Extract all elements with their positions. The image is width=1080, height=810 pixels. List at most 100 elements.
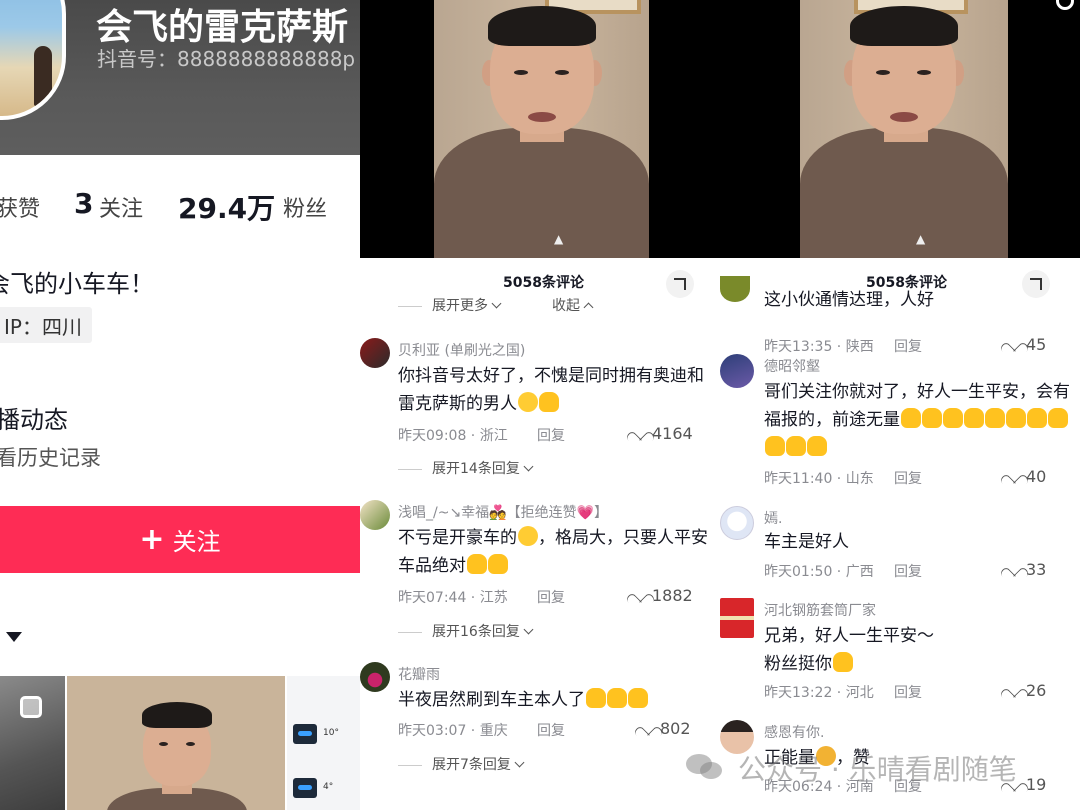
watermark: 公众号 · 乐晴看剧随笔 [738, 753, 1017, 786]
reply-button[interactable]: 回复 [894, 561, 922, 581]
like-button[interactable]: 4164 [632, 424, 693, 443]
comment-text-line2: 福报的，前途无量 [764, 406, 1068, 434]
fullscreen-icon[interactable] [1022, 270, 1050, 298]
comment-time-place: 昨天13:22 · 河北 [764, 685, 874, 701]
heart-icon [1006, 683, 1022, 697]
comment-text-line2: 雷克萨斯的男人 [398, 390, 559, 418]
comment-time-place: 昨天11:40 · 山东 [764, 471, 874, 487]
reply-button[interactable]: 回复 [537, 425, 565, 445]
follow-button[interactable]: + 关注 [0, 506, 360, 573]
avatar[interactable] [360, 338, 390, 368]
video-person: ▲ [434, 0, 649, 258]
like-count: 802 [660, 719, 691, 738]
dropdown-arrow-icon[interactable] [6, 632, 22, 642]
expand-replies-button[interactable]: 展开16条回复 [398, 621, 534, 641]
expand-replies-button[interactable]: 展开7条回复 [398, 754, 525, 774]
like-count: 4164 [652, 424, 693, 443]
heart-icon [632, 426, 648, 440]
history-subtitle[interactable]: 看历史记录 [0, 442, 101, 472]
video-thumbnail[interactable] [0, 676, 65, 810]
thumbs-up-emoji-icon [467, 554, 487, 574]
like-count: 19 [1026, 775, 1047, 794]
like-count: 1882 [652, 586, 693, 605]
comment-text: 你抖音号太好了，不愧是同时拥有奥迪和 [398, 366, 704, 386]
grin-emoji-icon [518, 526, 538, 546]
comments-panel-left: 5058条评论 展开更多 收起 贝利亚 (单刷光之国) 你抖音号太好了，不愧是同… [360, 258, 720, 810]
comment-text: 车主是好人 [764, 532, 849, 552]
like-button[interactable]: 40 [1006, 467, 1046, 486]
thumbs-up-emoji-icon [833, 652, 853, 672]
comment-time-place: 昨天09:08 · 浙江 [398, 428, 508, 444]
fans-label[interactable]: 粉丝 [283, 191, 327, 223]
ip-location-tag: IP：四川 [0, 307, 92, 343]
thumbs-up-emoji-icon [607, 688, 627, 708]
search-icon[interactable] [1056, 0, 1074, 10]
reply-button[interactable]: 回复 [894, 682, 922, 702]
grin-emoji-icon [518, 392, 538, 412]
following-count[interactable]: 3 [74, 187, 93, 220]
comment-time-place: 昨天13:35 · 陕西 [764, 339, 874, 355]
comment-username[interactable]: 花瓣雨 [398, 664, 440, 684]
chevron-down-icon [491, 298, 502, 309]
douyin-id: 抖音号：8888888888888p [97, 47, 356, 71]
comment-text: 哥们关注你就对了，好人一生平安，会有 [764, 382, 1070, 402]
video-thumbnail[interactable] [67, 676, 285, 810]
heart-icon [632, 588, 648, 602]
comment-text: 兄弟，好人一生平安～ [764, 626, 934, 646]
comment-time-place: 昨天07:44 · 江苏 [398, 590, 508, 606]
avatar[interactable] [360, 662, 390, 692]
like-button[interactable]: 45 [1006, 335, 1046, 354]
fans-count[interactable]: 29.4万 [178, 187, 275, 227]
avatar[interactable] [720, 276, 750, 302]
thumbs-up-emoji-icon [539, 392, 559, 412]
profile-panel: 会飞的雷克萨斯 抖音号：8888888888888p 获赞 3 关注 29.4万… [0, 0, 360, 810]
chevron-down-icon [514, 757, 525, 768]
heart-icon [1006, 469, 1022, 483]
avatar[interactable] [360, 500, 390, 530]
comment-text: 不亏是开豪车的 ，格局大，只要人平安 [398, 526, 708, 548]
like-button[interactable]: 26 [1006, 681, 1046, 700]
reply-button[interactable]: 回复 [894, 468, 922, 488]
like-count: 33 [1026, 560, 1047, 579]
comment-username[interactable]: 河北钢筋套筒厂家 [764, 600, 876, 620]
reply-button[interactable]: 回复 [894, 336, 922, 356]
video-thumbnail[interactable]: 10° 4° [287, 676, 360, 810]
heart-icon [1006, 562, 1022, 576]
comment-username[interactable]: 嫣. [764, 508, 782, 528]
avatar[interactable] [720, 354, 754, 388]
expand-replies-button[interactable]: 展开14条回复 [398, 458, 534, 478]
comment-username[interactable]: 浅唱_/~↘幸福💑【拒绝连赞💗】 [398, 502, 608, 522]
thumbs-up-emoji-icon [586, 688, 606, 708]
chevron-down-icon [523, 624, 534, 635]
thumb-value: 4° [323, 782, 334, 792]
expand-more-label: 展开更多 [432, 298, 488, 314]
follow-button-label: 关注 [172, 528, 221, 556]
collapse-label: 收起 [552, 298, 580, 314]
expand-more-button[interactable]: 展开更多 [398, 295, 502, 315]
collapse-button[interactable]: 收起 [552, 295, 594, 315]
likes-label: 获赞 [0, 197, 41, 222]
comment-username[interactable]: 感恩有你. [764, 722, 824, 742]
dynamic-title[interactable]: 播动态 [0, 400, 68, 435]
like-button[interactable]: 802 [640, 719, 691, 738]
reply-button[interactable]: 回复 [537, 720, 565, 740]
avatar[interactable] [720, 506, 754, 540]
thumbs-up-emoji-row [764, 434, 827, 462]
avatar[interactable] [720, 598, 754, 638]
like-button[interactable]: 33 [1006, 560, 1046, 579]
following-label[interactable]: 关注 [99, 191, 143, 223]
comment-time-place: 昨天01:50 · 广西 [764, 564, 874, 580]
like-count: 45 [1026, 335, 1047, 354]
fullscreen-icon[interactable] [666, 270, 694, 298]
video-player[interactable]: ▲ [720, 0, 1080, 258]
video-player[interactable]: ▲ [360, 0, 720, 258]
like-count: 26 [1026, 681, 1047, 700]
reply-button[interactable]: 回复 [537, 587, 565, 607]
comment-username[interactable]: 贝利亚 (单刷光之国) [398, 340, 525, 360]
comment-username[interactable]: 德昭邻壑 [764, 356, 820, 376]
wechat-icon [686, 752, 726, 780]
like-button[interactable]: 1882 [632, 586, 693, 605]
comments-panel-right: 5058条评论 这小伙通情达理，人好 昨天13:35 · 陕西 回复 45 德昭… [720, 258, 1080, 810]
comment-time-place: 昨天03:07 · 重庆 [398, 723, 508, 739]
heart-icon [640, 721, 656, 735]
